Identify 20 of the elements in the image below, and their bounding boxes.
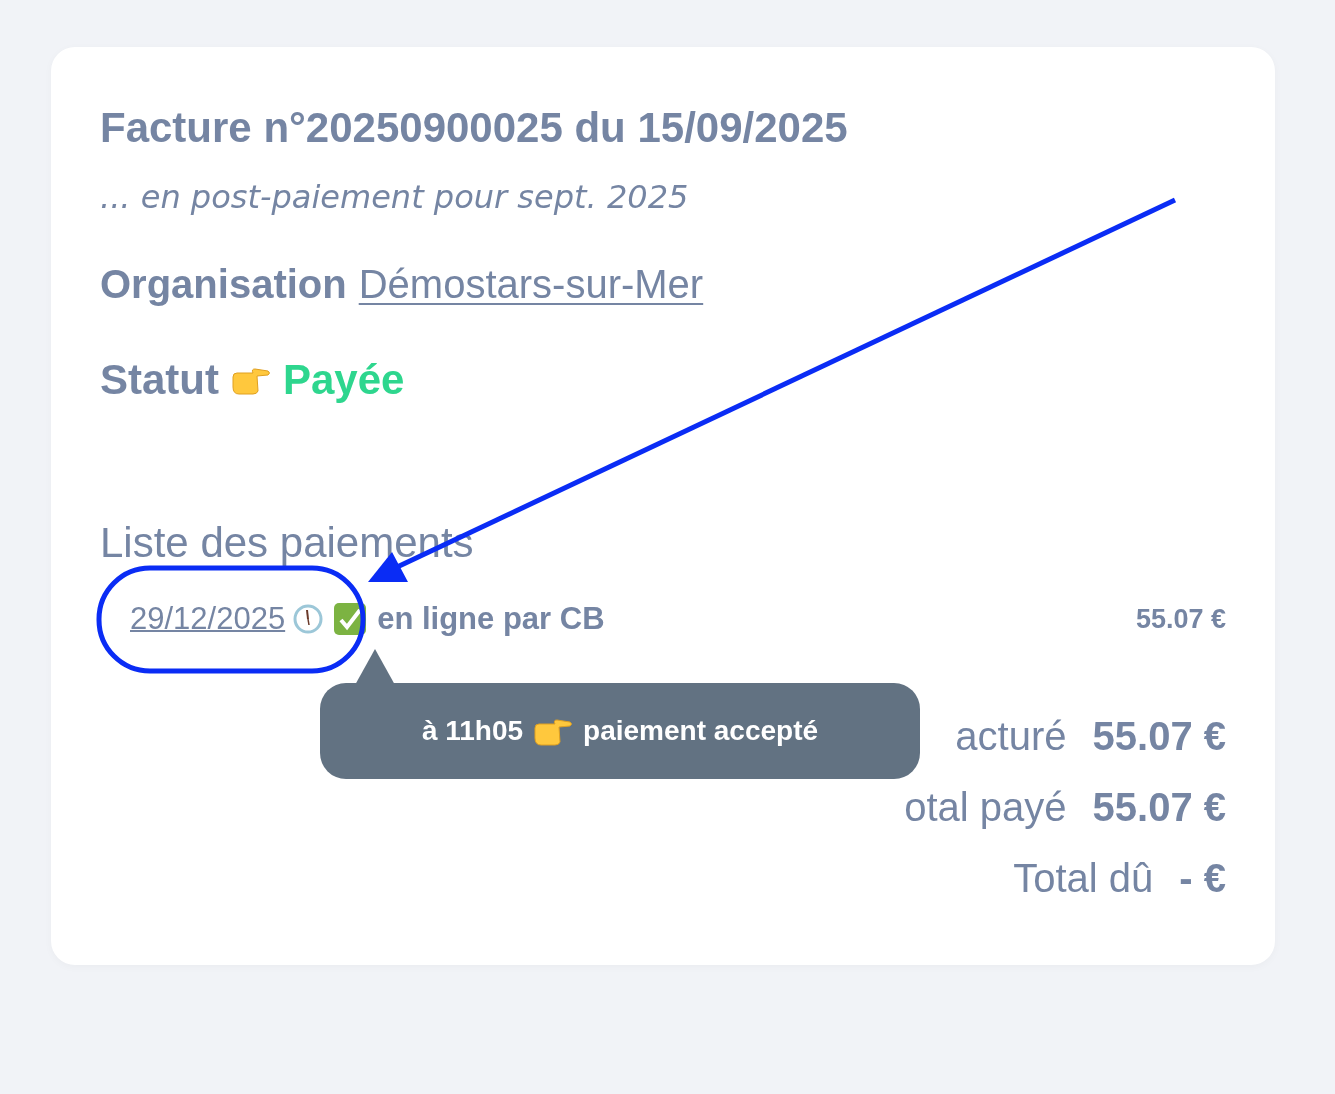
total-value: - € bbox=[1179, 856, 1226, 900]
payment-date-link[interactable]: 29/12/2025 bbox=[130, 599, 324, 639]
payment-amount: 55.07 € bbox=[1135, 603, 1226, 636]
invoice-title: Facture n°20250900025 du 15/09/2025 bbox=[100, 104, 849, 152]
total-value: 55.07 € bbox=[1092, 785, 1226, 829]
tooltip-time: à 11h05 bbox=[421, 715, 524, 747]
organisation-link[interactable]: Démostars-sur-Mer bbox=[358, 259, 704, 309]
total-label: otal payé bbox=[904, 785, 1067, 829]
pointing-hand-icon bbox=[231, 365, 271, 395]
status-label: Statut bbox=[100, 355, 219, 405]
invoice-subtitle: ... en post-paiement pour sept. 2025 bbox=[100, 177, 690, 217]
tooltip-text: paiement accepté bbox=[583, 715, 819, 747]
total-label: acturé bbox=[955, 714, 1067, 758]
total-value: 55.07 € bbox=[1092, 714, 1226, 758]
total-label: Total dû bbox=[1013, 856, 1154, 900]
organisation-label: Organisation bbox=[100, 261, 347, 308]
status-value: Payée bbox=[283, 355, 405, 405]
payment-method: en ligne par CB bbox=[377, 600, 605, 638]
pointing-hand-icon bbox=[533, 716, 574, 746]
clock-icon bbox=[293, 604, 324, 634]
